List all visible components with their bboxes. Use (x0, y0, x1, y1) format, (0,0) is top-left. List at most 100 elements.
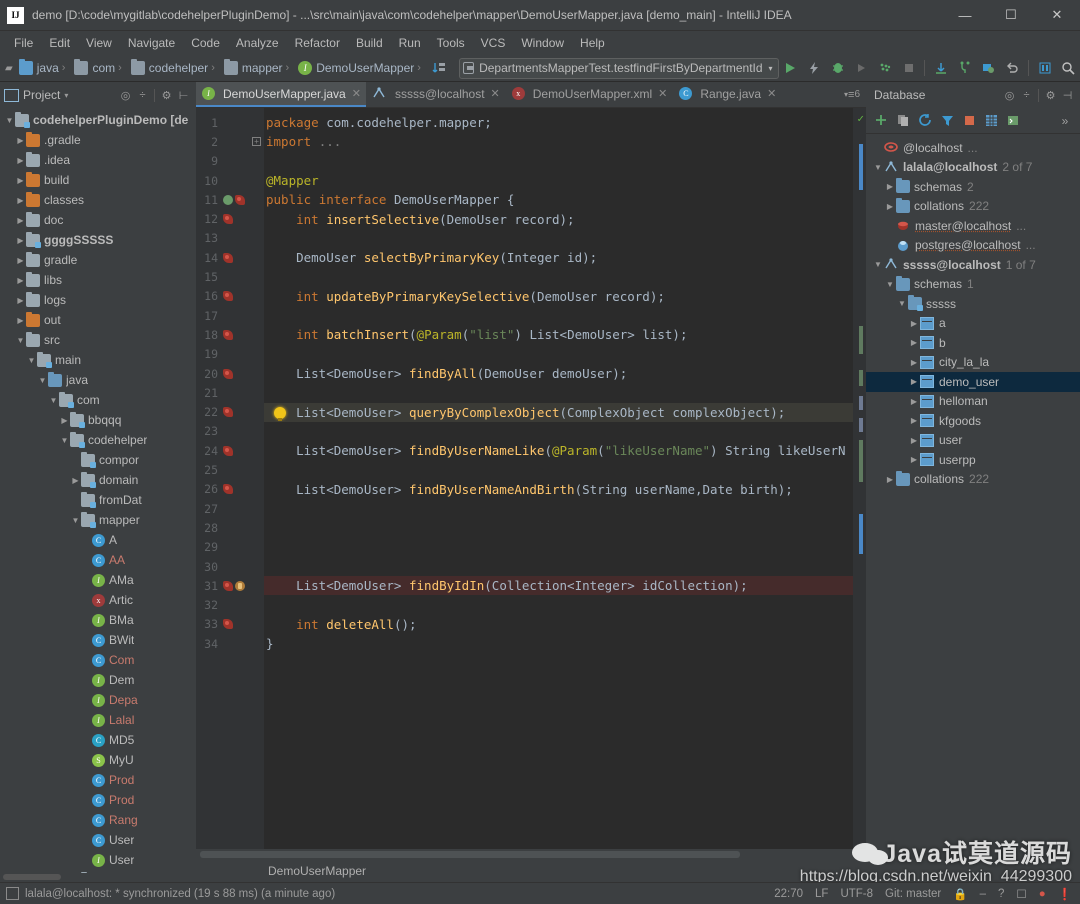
database-tree-item[interactable]: ▶ userpp (866, 450, 1080, 470)
file-encoding[interactable]: UTF-8 (840, 888, 873, 900)
breadcrumb-item[interactable]: I DemoUserMapper › (295, 61, 427, 75)
locate-icon[interactable]: ◎ (1001, 87, 1018, 104)
menu-item-navigate[interactable]: Navigate (120, 33, 183, 53)
project-tree-item[interactable]: ▼ codehelperPluginDemo [de (0, 110, 196, 130)
project-tree-item[interactable]: ▼ src (0, 330, 196, 350)
breadcrumb-item[interactable]: codehelper › (128, 59, 221, 75)
project-tree-item[interactable]: C User (0, 830, 196, 850)
warning-icon[interactable]: ❗ (1058, 887, 1072, 901)
maximize-button[interactable]: ☐ (988, 0, 1034, 31)
chevron-right-icon[interactable]: ▶ (908, 397, 920, 406)
gear-icon[interactable]: ⚙ (158, 87, 175, 104)
push-icon[interactable] (978, 57, 1000, 79)
more-actions-icon[interactable]: » (1056, 112, 1074, 130)
code-line[interactable] (264, 538, 266, 557)
code-line[interactable] (264, 152, 266, 171)
project-tree-item[interactable]: ▼ java (0, 370, 196, 390)
chevron-down-icon[interactable]: ▼ (884, 280, 896, 289)
project-tree-item[interactable]: I User (0, 850, 196, 870)
inspection-ok-icon[interactable]: ✓ (857, 112, 864, 125)
menu-item-code[interactable]: Code (183, 33, 228, 53)
code-line[interactable]: List<DemoUser> findByAll (DemoUser demoUs… (264, 364, 627, 383)
chevron-down-icon[interactable]: ▼ (872, 163, 884, 172)
code-content[interactable]: package com.codehelper.mapper; import ...… (264, 108, 866, 849)
breadcrumb-item[interactable]: com › (71, 59, 127, 75)
database-tree-item[interactable]: ▶ helloman (866, 392, 1080, 412)
database-tree-item[interactable]: @localhost... (866, 138, 1080, 158)
project-tree-item[interactable]: S MyU (0, 750, 196, 770)
close-icon[interactable]: ✕ (767, 87, 776, 100)
code-line[interactable] (264, 460, 266, 479)
code-line[interactable] (264, 499, 266, 518)
menu-item-analyze[interactable]: Analyze (228, 33, 287, 53)
project-tree-item[interactable]: compor (0, 450, 196, 470)
gutter-line[interactable]: 34 (196, 634, 264, 653)
gutter-line[interactable]: 29 (196, 538, 264, 557)
chevron-right-icon[interactable]: ▶ (15, 176, 26, 185)
code-line[interactable] (264, 557, 266, 576)
chevron-right-icon[interactable]: ▶ (908, 436, 920, 445)
code-line[interactable]: List<DemoUser> findByIdIn (Collection<Int… (264, 576, 866, 596)
chevron-down-icon[interactable]: ▼ (70, 516, 81, 525)
menu-item-vcs[interactable]: VCS (473, 33, 514, 53)
menu-item-edit[interactable]: Edit (41, 33, 78, 53)
gutter-line[interactable]: 28 (196, 518, 264, 537)
close-button[interactable]: ✕ (1034, 0, 1080, 31)
project-tree-item[interactable]: I Depa (0, 690, 196, 710)
database-icon[interactable] (1034, 57, 1056, 79)
project-tree-item[interactable]: ▶ domain (0, 470, 196, 490)
debug-icon[interactable] (827, 57, 849, 79)
mybatis-icon[interactable] (223, 445, 233, 456)
mybatis-icon[interactable] (223, 252, 233, 263)
mybatis-icon[interactable] (223, 580, 233, 591)
database-tree-item[interactable]: ▼ sssss@localhost 1 of 7 (866, 255, 1080, 275)
breadcrumb-home-icon[interactable]: ▰ (2, 63, 16, 74)
project-tree-item[interactable]: ▼ com (0, 390, 196, 410)
code-line[interactable] (264, 596, 266, 615)
database-tree-item[interactable]: ▶ city_la_la (866, 353, 1080, 373)
database-tree-item[interactable]: ▶ demo_user (866, 372, 1080, 392)
database-tree-item[interactable]: ▶ a (866, 314, 1080, 334)
project-tree-item[interactable]: ▼ codehelper (0, 430, 196, 450)
gutter-line[interactable]: 26 (196, 480, 264, 499)
alert-icon[interactable]: ● (1039, 888, 1046, 900)
code-line[interactable]: DemoUser selectByPrimaryKey (Integer id); (264, 248, 597, 267)
run-icon[interactable] (780, 57, 802, 79)
editor-gutter[interactable]: 1 2 +9 10 11 12 13 14 15 16 17 18 19 20 21 22 23 24 25 26 27… (196, 108, 264, 849)
database-tree-item[interactable]: ▶ collations 222 (866, 197, 1080, 217)
code-line[interactable] (264, 518, 266, 537)
project-tree-item[interactable]: C Com (0, 650, 196, 670)
code-line[interactable] (264, 229, 266, 248)
add-icon[interactable] (872, 112, 890, 130)
code-line[interactable]: List<DemoUser> findByUserNameLike(@Param… (264, 441, 845, 460)
mybatis-icon[interactable] (235, 194, 245, 205)
chevron-right-icon[interactable]: ▶ (908, 358, 920, 367)
chevron-right-icon[interactable]: ▶ (908, 319, 920, 328)
gutter-line[interactable]: 20 (196, 364, 264, 383)
project-tree-item[interactable]: fromDat (0, 490, 196, 510)
close-icon[interactable]: ✕ (491, 87, 500, 100)
gutter-line[interactable]: 32 (196, 596, 264, 615)
code-line[interactable] (264, 267, 266, 286)
code-line[interactable]: package com.codehelper.mapper; (264, 113, 492, 132)
project-tree-item[interactable]: I AMa (0, 570, 196, 590)
gutter-line[interactable]: 23 (196, 422, 264, 441)
close-icon[interactable]: ✕ (352, 87, 361, 100)
project-tree-item[interactable]: ▶ libs (0, 270, 196, 290)
mybatis-icon[interactable] (223, 214, 233, 225)
database-tree-item[interactable]: ▶ schemas 2 (866, 177, 1080, 197)
project-tree-item[interactable]: ▼ main (0, 350, 196, 370)
line-separator[interactable]: LF (815, 888, 828, 900)
chevron-right-icon[interactable]: ▶ (884, 475, 896, 484)
intention-bulb-icon[interactable] (274, 406, 286, 421)
menu-item-build[interactable]: Build (348, 33, 391, 53)
help-icon[interactable]: ? (998, 888, 1004, 900)
chevron-right-icon[interactable]: ▶ (908, 338, 920, 347)
database-tree-item[interactable]: postgres@localhost... (866, 236, 1080, 256)
chevron-down-icon[interactable]: ▼ (59, 436, 70, 445)
gutter-line[interactable]: 25 (196, 460, 264, 479)
chevron-right-icon[interactable]: ▶ (15, 136, 26, 145)
chevron-down-icon[interactable]: ▼ (26, 356, 37, 365)
run-configuration-selector[interactable]: DepartmentsMapperTest.testfindFirstByDep… (458, 57, 779, 79)
project-tree-item[interactable]: ▶ doc (0, 210, 196, 230)
